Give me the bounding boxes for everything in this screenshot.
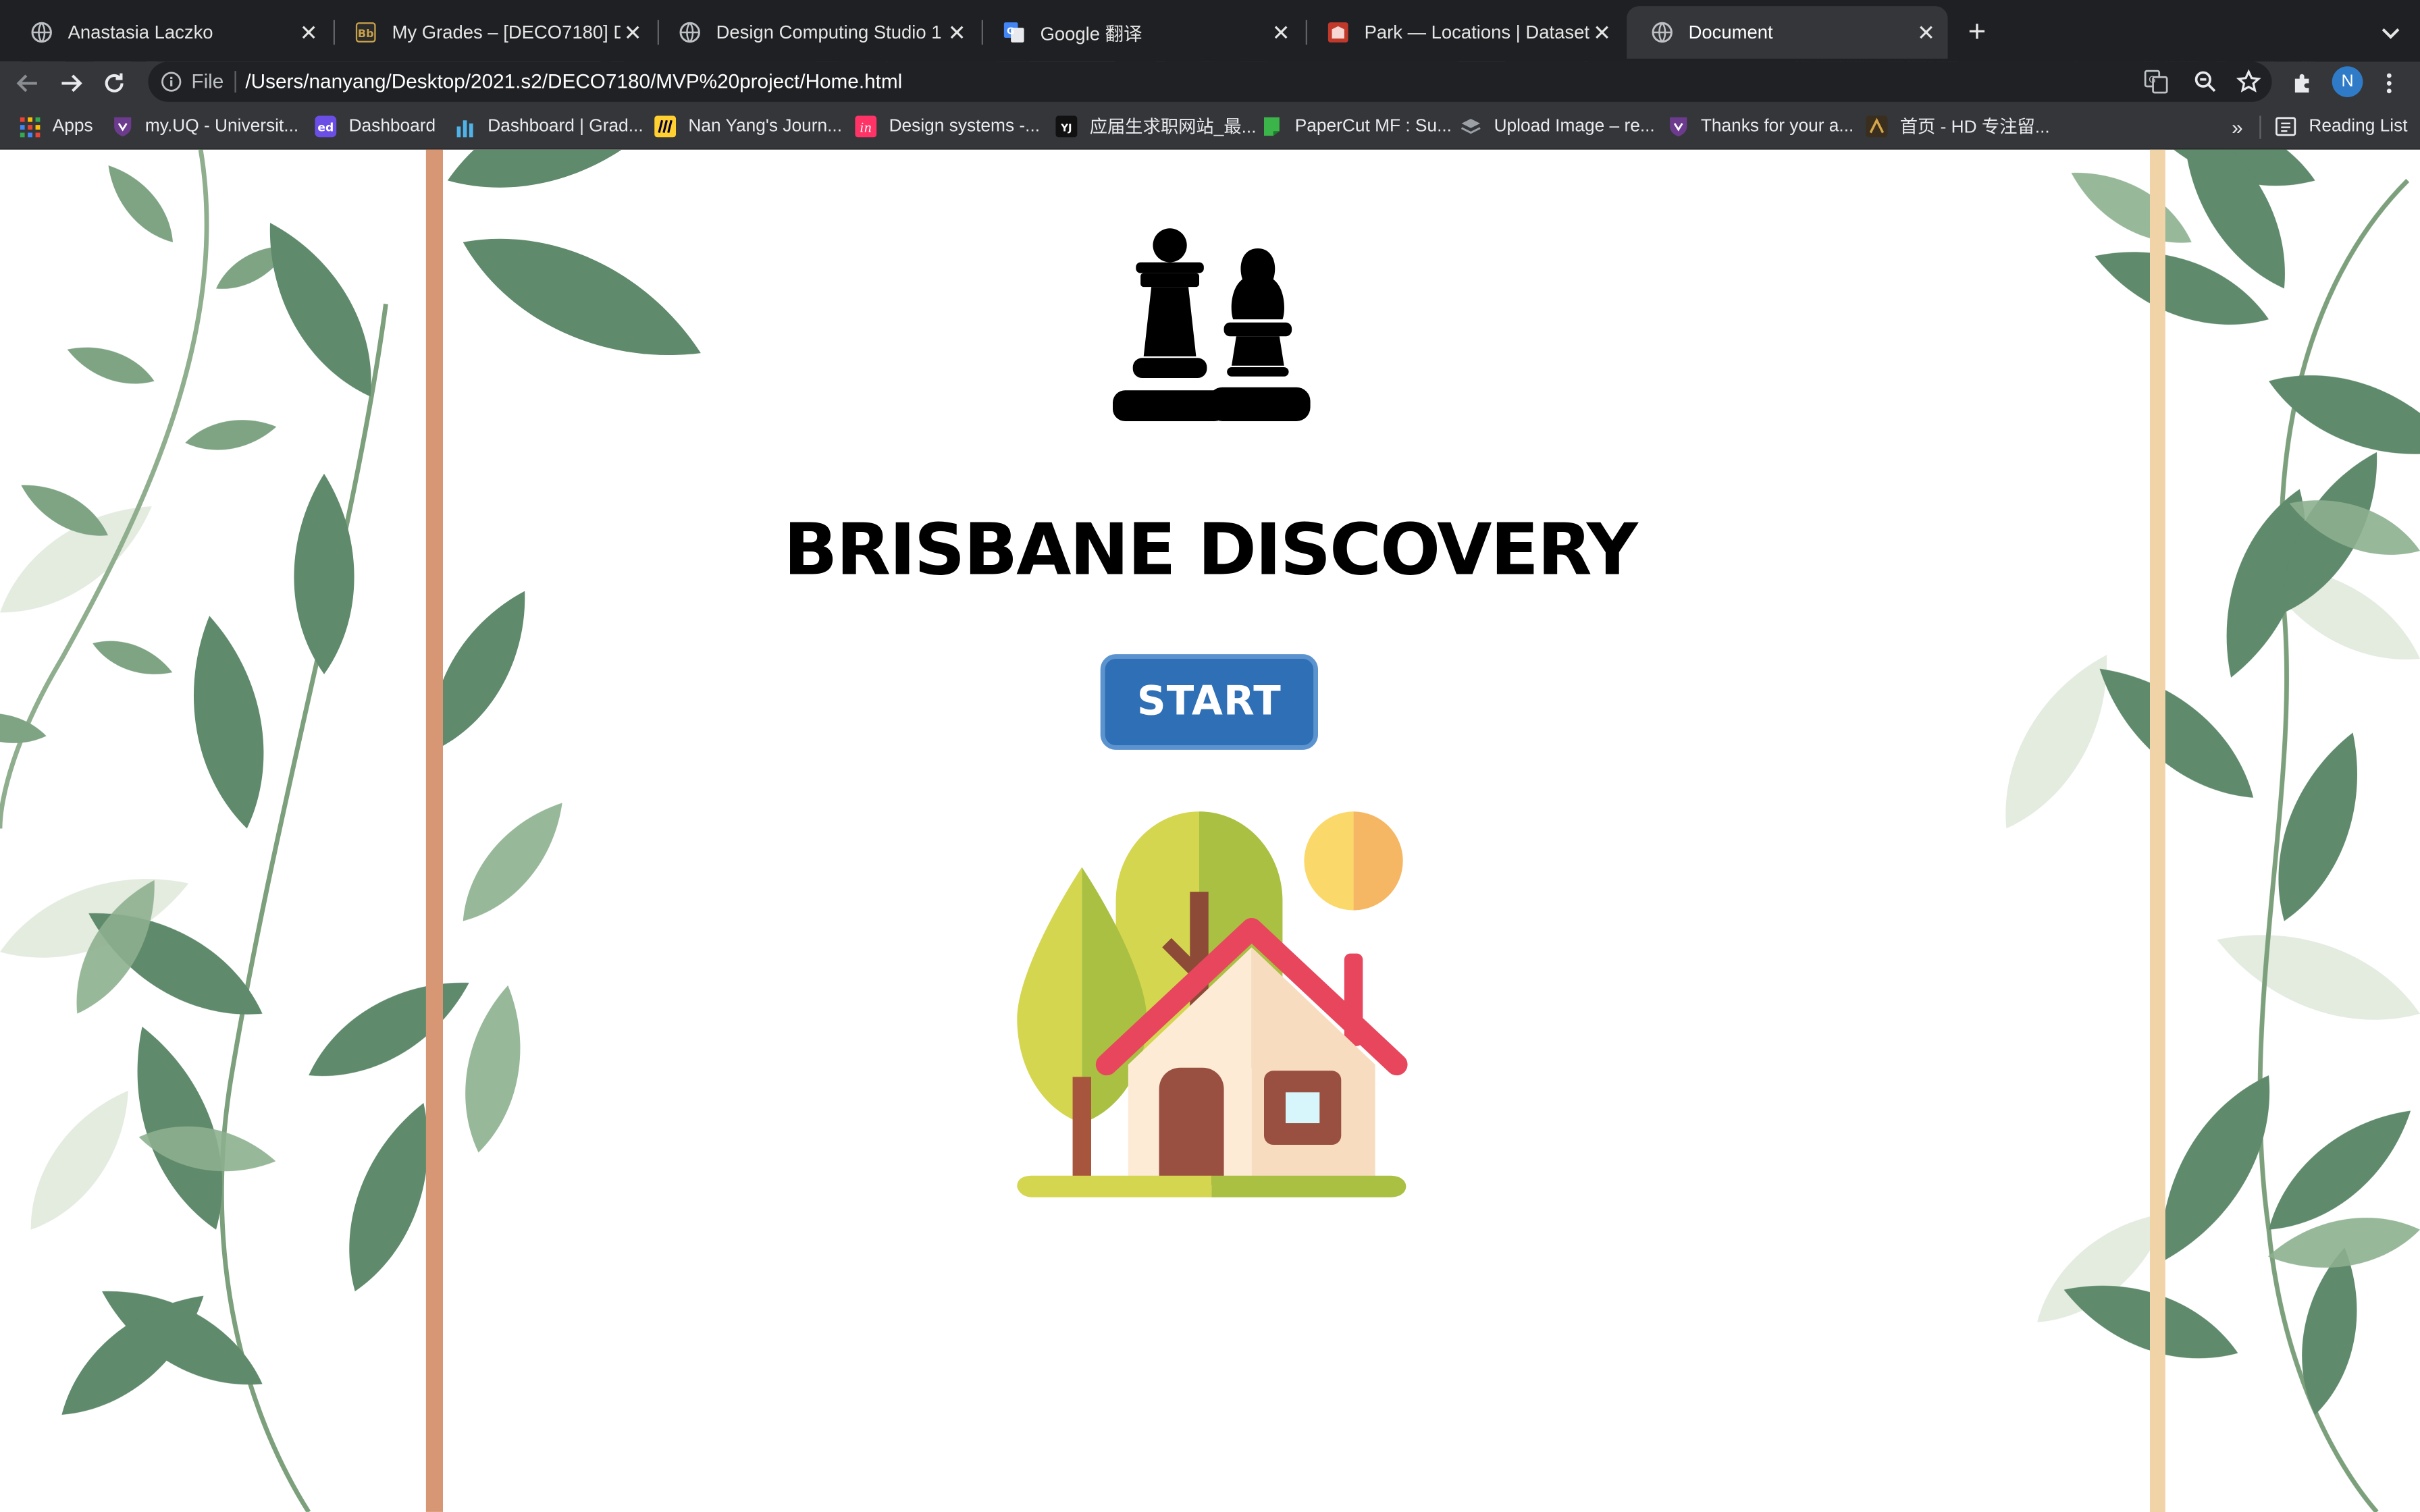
bookmark-label: 首页 - HD 专注留... bbox=[1899, 119, 2050, 138]
bars-icon bbox=[454, 115, 475, 137]
bookmarks-divider bbox=[2259, 115, 2261, 139]
bookmark-hd[interactable]: 首页 - HD 专注留... bbox=[1866, 114, 2050, 139]
tab-design-computing-studio[interactable]: Design Computing Studio 1 ✕ bbox=[654, 6, 978, 59]
bookmark-design-systems[interactable]: in Design systems -... bbox=[855, 114, 1040, 139]
bookmark-dashboard-grad[interactable]: Dashboard | Grad... bbox=[454, 114, 643, 139]
bookmark-apps[interactable]: Apps bbox=[18, 114, 93, 139]
uq-shield-icon bbox=[1667, 115, 1689, 137]
bookmark-label: 应届生求职网站_最... bbox=[1089, 119, 1257, 138]
svg-text:G: G bbox=[2149, 74, 2156, 85]
bookmark-yingjiesheng[interactable]: YJ 应届生求职网站_最... bbox=[1055, 114, 1257, 139]
right-pole-decoration bbox=[2150, 149, 2165, 1512]
forward-arrow-icon[interactable] bbox=[55, 68, 86, 99]
bookmark-label: my.UQ - Universit... bbox=[144, 117, 299, 136]
bookmarks-bar: Apps my.UQ - Universit... ed Dashboard D… bbox=[0, 105, 2420, 150]
omnibox-divider bbox=[234, 71, 236, 93]
blackboard-icon: Bb bbox=[355, 22, 377, 43]
svg-text:G: G bbox=[1007, 26, 1014, 36]
new-tab-button[interactable]: + bbox=[1960, 16, 1994, 49]
papercut-icon bbox=[1261, 115, 1282, 137]
tab-my-grades[interactable]: Bb My Grades – [DECO7180] Desi ✕ bbox=[330, 6, 654, 59]
start-button[interactable]: START bbox=[1100, 654, 1319, 750]
svg-text:ed: ed bbox=[317, 121, 334, 134]
close-icon[interactable]: ✕ bbox=[621, 20, 646, 45]
tab-google-translate[interactable]: G Google 翻译 ✕ bbox=[978, 6, 1303, 59]
tab-title: Anastasia Laczko bbox=[68, 22, 213, 43]
bookmark-myuq[interactable]: my.UQ - Universit... bbox=[111, 114, 299, 139]
yjs-icon: YJ bbox=[1055, 115, 1078, 138]
tab-title: Document bbox=[1688, 22, 1773, 43]
tab-title: My Grades – [DECO7180] Desi bbox=[392, 22, 621, 43]
address-bar[interactable]: File /Users/nanyang/Desktop/2021.s2/DECO… bbox=[148, 61, 2272, 102]
back-arrow-icon[interactable] bbox=[12, 68, 43, 99]
close-icon[interactable]: ✕ bbox=[1269, 20, 1294, 45]
left-pole-decoration bbox=[425, 149, 443, 1512]
globe-icon bbox=[31, 22, 53, 43]
tab-anastasia-laczko[interactable]: Anastasia Laczko ✕ bbox=[6, 6, 330, 59]
google-translate-icon: G bbox=[1003, 22, 1025, 43]
reading-list-label: Reading List bbox=[2309, 117, 2408, 136]
bookmark-papercut[interactable]: PaperCut MF : Su... bbox=[1261, 114, 1452, 139]
globe-icon bbox=[679, 22, 701, 43]
chevron-down-icon[interactable] bbox=[2377, 18, 2404, 46]
bookmark-nan-yangs-journal[interactable]: Nan Yang's Journ... bbox=[654, 114, 842, 139]
browser-toolbar: File /Users/nanyang/Desktop/2021.s2/DECO… bbox=[0, 61, 2420, 105]
bookmark-label: Upload Image – re... bbox=[1494, 117, 1655, 136]
globe-icon bbox=[1652, 22, 1673, 43]
bookmark-upload-image[interactable]: Upload Image – re... bbox=[1460, 114, 1655, 139]
svg-text:in: in bbox=[860, 121, 872, 135]
bookmarks-overflow-icon[interactable]: » bbox=[2232, 114, 2243, 139]
tab-title: Design Computing Studio 1 bbox=[716, 22, 942, 43]
tab-park-locations[interactable]: Park — Locations | Datasets | d ✕ bbox=[1303, 6, 1623, 59]
tab-strip: Anastasia Laczko ✕ Bb My Grades – [DECO7… bbox=[0, 0, 2420, 62]
reading-list-icon bbox=[2275, 115, 2296, 137]
url-text[interactable]: /Users/nanyang/Desktop/2021.s2/DECO7180/… bbox=[245, 70, 902, 92]
extensions-puzzle-icon[interactable] bbox=[2287, 68, 2318, 99]
svg-text:Bb: Bb bbox=[358, 27, 374, 40]
profile-avatar[interactable]: N bbox=[2332, 66, 2363, 97]
tab-title: Google 翻译 bbox=[1040, 22, 1142, 45]
ed-icon: ed bbox=[315, 115, 337, 138]
bookmark-label: Apps bbox=[52, 117, 93, 136]
star-icon[interactable] bbox=[2235, 68, 2263, 96]
hd-icon bbox=[1866, 115, 1888, 138]
reload-icon[interactable] bbox=[99, 68, 130, 99]
url-scheme-label: File bbox=[191, 69, 224, 93]
close-icon[interactable]: ✕ bbox=[296, 20, 321, 45]
bookmark-label: Dashboard bbox=[348, 117, 436, 136]
chevron-double-right-icon: » bbox=[2232, 115, 2243, 138]
page-viewport: BRISBANE DISCOVERY START bbox=[0, 149, 2420, 1512]
house-illustration bbox=[1017, 811, 1408, 1197]
tab-document[interactable]: Document ✕ bbox=[1627, 6, 1948, 59]
brisbane-council-icon bbox=[1327, 22, 1349, 43]
uq-shield-icon bbox=[111, 115, 133, 137]
bookmark-label: Dashboard | Grad... bbox=[488, 117, 643, 136]
svg-text:YJ: YJ bbox=[1060, 122, 1072, 134]
bookmark-label: Nan Yang's Journ... bbox=[688, 117, 843, 136]
bookmark-label: PaperCut MF : Su... bbox=[1294, 117, 1452, 136]
more-vertical-icon[interactable] bbox=[2373, 68, 2404, 99]
invision-icon: in bbox=[855, 115, 877, 138]
close-icon[interactable]: ✕ bbox=[1589, 20, 1614, 45]
bookmark-thanks[interactable]: Thanks for your a... bbox=[1667, 114, 1854, 139]
zoom-icon[interactable] bbox=[2192, 68, 2219, 96]
close-icon[interactable]: ✕ bbox=[1914, 20, 1939, 45]
apps-grid-icon bbox=[18, 115, 40, 137]
bookmark-label: Design systems -... bbox=[889, 117, 1041, 136]
chess-pieces-icon bbox=[1113, 228, 1311, 421]
bookmark-dashboard-ed[interactable]: ed Dashboard bbox=[315, 114, 436, 139]
info-icon[interactable] bbox=[161, 71, 182, 92]
layers-icon bbox=[1460, 115, 1481, 137]
miro-icon bbox=[654, 115, 677, 138]
page-title: BRISBANE DISCOVERY bbox=[783, 508, 1637, 591]
bookmark-label: Thanks for your a... bbox=[1700, 117, 1854, 136]
translate-icon[interactable]: G bbox=[2142, 68, 2170, 96]
reading-list-button[interactable]: Reading List bbox=[2275, 114, 2408, 139]
close-icon[interactable]: ✕ bbox=[945, 20, 970, 45]
tab-title: Park — Locations | Datasets | d bbox=[1364, 22, 1590, 43]
